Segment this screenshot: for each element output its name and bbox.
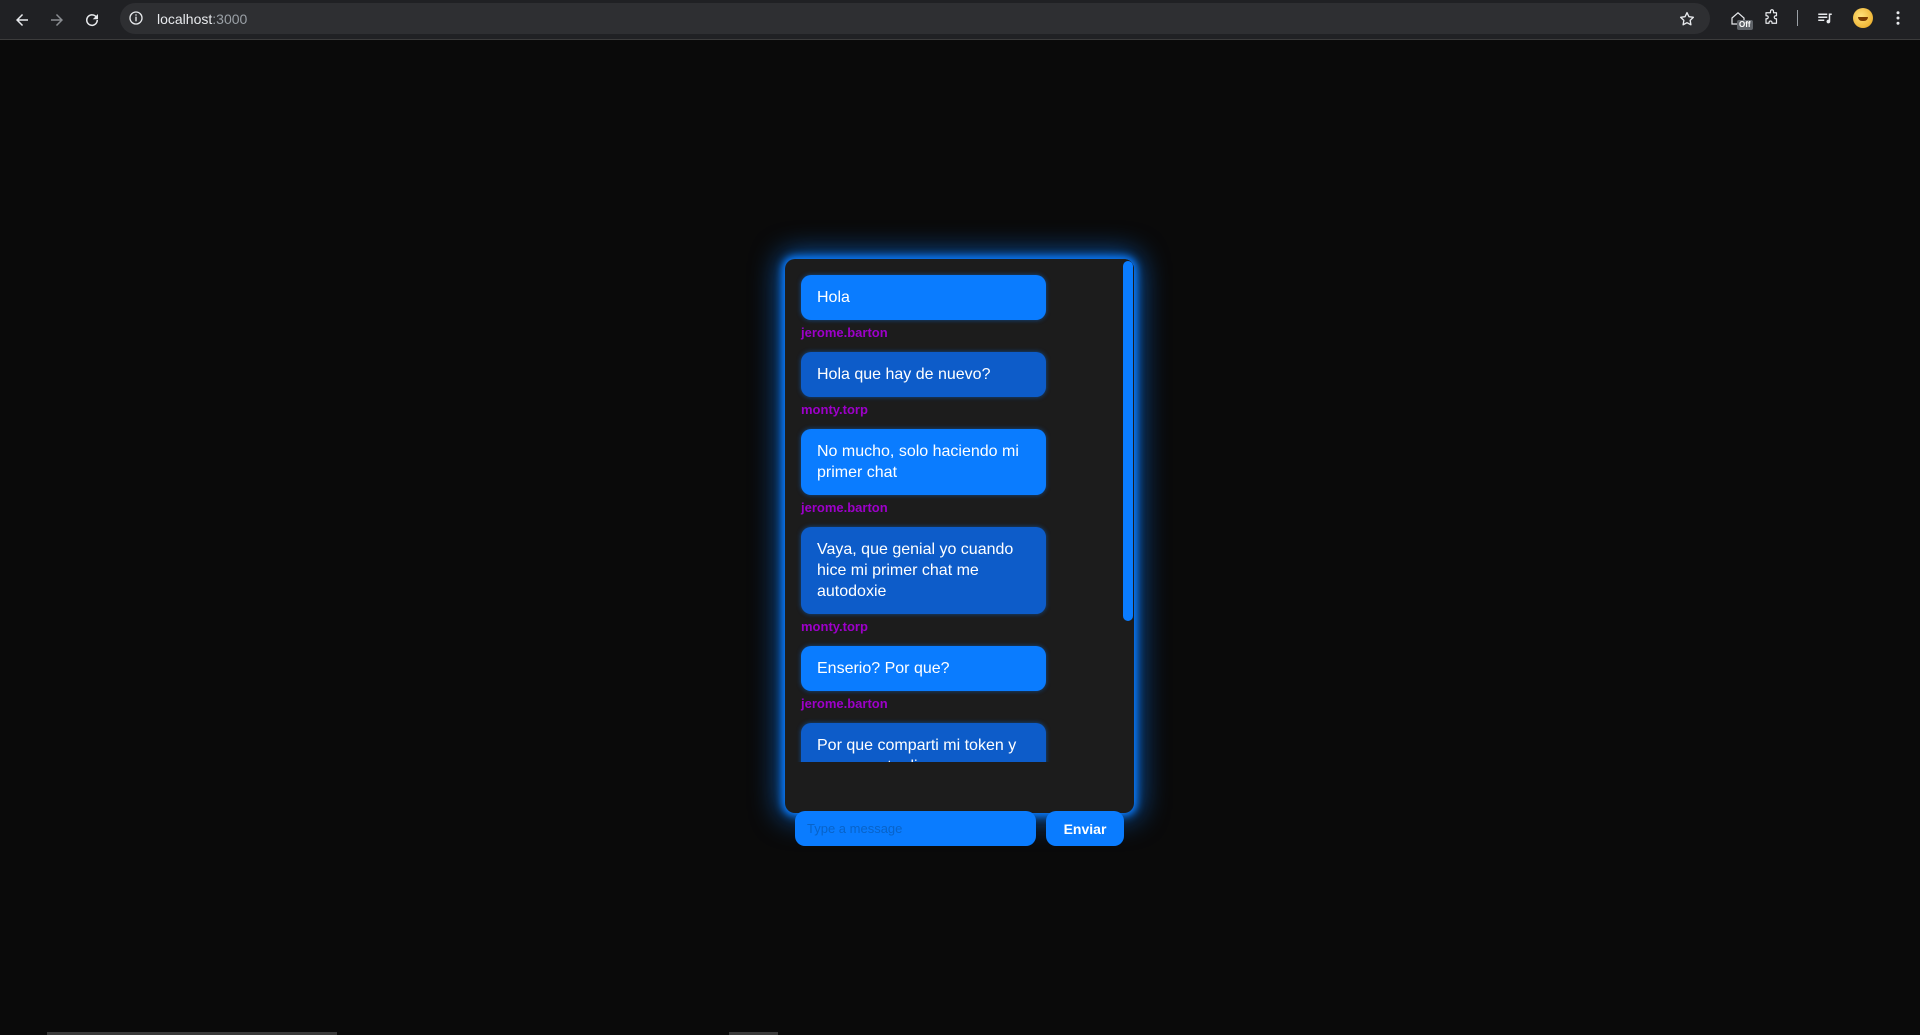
chat-container: Hola jerome.barton Hola que hay de nuevo… — [785, 259, 1134, 846]
message-list[interactable]: Hola jerome.barton Hola que hay de nuevo… — [785, 259, 1122, 762]
more-vert-icon — [1896, 11, 1900, 25]
message-username: monty.torp — [801, 619, 868, 634]
forward-button[interactable] — [43, 6, 71, 34]
url-port: :3000 — [212, 11, 248, 27]
address-bar[interactable]: localhost:3000 — [120, 3, 1710, 34]
message-bubble: Hola — [801, 275, 1046, 320]
puzzle-icon — [1765, 9, 1778, 24]
message-username: jerome.barton — [801, 325, 888, 340]
url-text[interactable]: localhost:3000 — [157, 11, 247, 27]
reload-icon — [86, 14, 99, 27]
extensions-button[interactable] — [1762, 8, 1782, 28]
message-bubble: Vaya, que genial yo cuando hice mi prime… — [801, 527, 1046, 614]
message-username: jerome.barton — [801, 500, 888, 515]
message-bubble: Por que comparti mi token y pues que te … — [801, 723, 1046, 762]
message-input[interactable] — [795, 811, 1036, 846]
message-username: monty.torp — [801, 402, 868, 417]
toolbar-divider — [1797, 10, 1798, 26]
page-body: Hola jerome.barton Hola que hay de nuevo… — [0, 41, 1920, 1035]
profile-avatar[interactable] — [1853, 8, 1873, 28]
send-button[interactable]: Enviar — [1046, 811, 1124, 846]
message-bubble: Hola que hay de nuevo? — [801, 352, 1046, 397]
arrow-left-icon — [16, 14, 28, 26]
menu-button[interactable] — [1888, 8, 1908, 28]
arrow-right-icon — [51, 14, 63, 26]
media-controls-button[interactable] — [1815, 8, 1835, 28]
playlist-icon — [1818, 13, 1832, 24]
message-scrollbar[interactable] — [1122, 259, 1134, 762]
message-bubble: Enserio? Por que? — [801, 646, 1046, 691]
browser-toolbar: localhost:3000 Off — [0, 0, 1920, 40]
info-icon[interactable] — [128, 10, 144, 26]
off-badge: Off — [1737, 20, 1753, 30]
url-host: localhost — [157, 11, 213, 27]
bookmark-star-icon[interactable] — [1678, 10, 1696, 28]
extension-off-button[interactable]: Off — [1728, 8, 1753, 30]
back-button[interactable] — [8, 6, 36, 34]
message-bubble: No mucho, solo haciendo mi primer chat — [801, 429, 1046, 495]
reload-button[interactable] — [78, 6, 106, 34]
message-username: jerome.barton — [801, 696, 888, 711]
scrollbar-thumb[interactable] — [1123, 261, 1133, 621]
